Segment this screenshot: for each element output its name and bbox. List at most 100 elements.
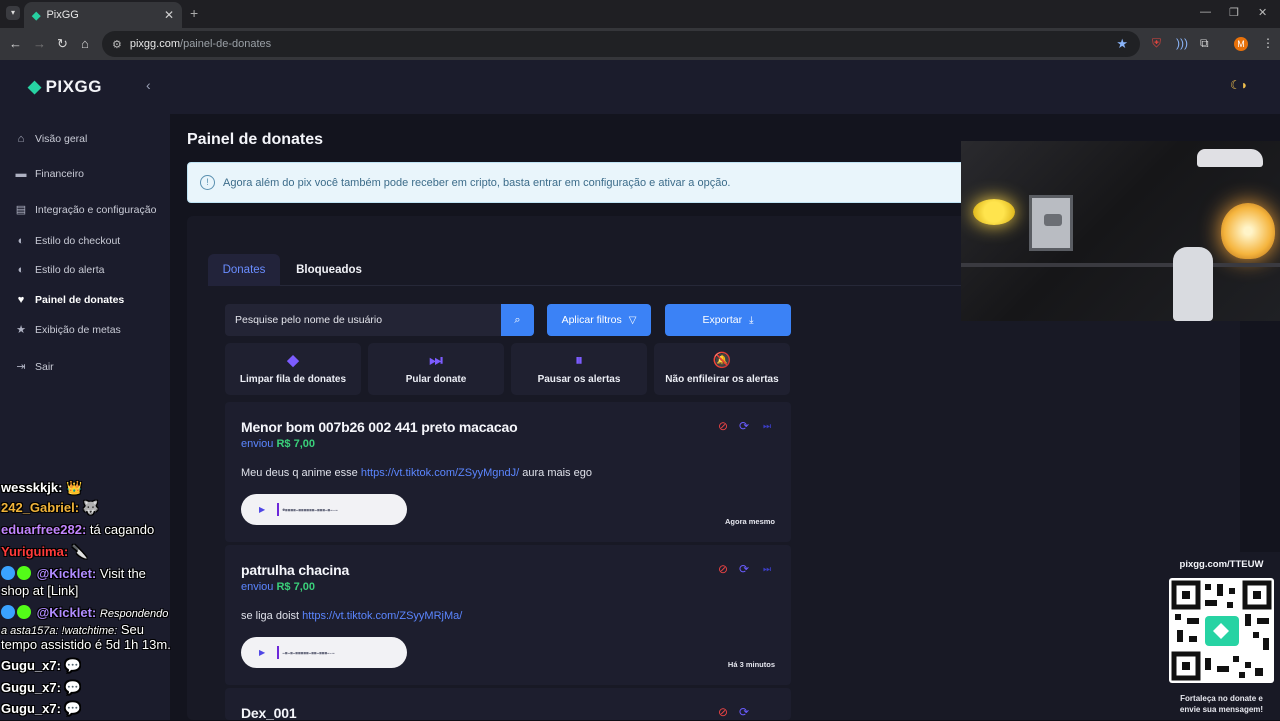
sidebar-item-painel-donates[interactable]: ♥ Painel de donates [14, 294, 125, 306]
sidebar-item-financeiro[interactable]: ▬ Financeiro [14, 168, 85, 180]
tab-bloqueados[interactable]: Bloqueados [286, 254, 372, 286]
play-button-icon [1044, 214, 1062, 226]
brand-logo[interactable]: ◆ PIXGG [28, 77, 102, 97]
play-icon[interactable]: ▶ [259, 505, 265, 514]
chat-message: Gugu_x7: 💬 [1, 680, 81, 696]
collapse-sidebar-icon[interactable]: ‹ [146, 77, 151, 93]
donation-amount: R$ 7,00 [276, 438, 316, 450]
palette-icon: ◐ [17, 264, 25, 276]
action-label: Não enfileirar os alertas [665, 374, 779, 385]
sidebar-item-label: Financeiro [35, 168, 85, 180]
sidebar-item-label: Estilo do checkout [35, 235, 121, 247]
forward-icon[interactable]: → [33, 36, 46, 51]
profile-avatar[interactable]: M [1234, 37, 1248, 51]
reload-icon[interactable]: ↻ [57, 36, 68, 52]
replay-icon[interactable]: ⟳ [739, 419, 749, 433]
audio-player[interactable]: ▶ -▪-▪-▪▪▪▪▪-▪▪-▪▪▪-·- [241, 637, 407, 668]
skip-donate-button[interactable]: ⏭ Pular donate [368, 343, 504, 395]
logout-icon: ⇥ [16, 361, 26, 373]
site-info-icon[interactable]: ⚙ [112, 38, 122, 51]
close-tab-icon[interactable]: ✕ [164, 8, 174, 22]
restore-icon[interactable]: ❐ [1229, 6, 1239, 19]
wallet-icon: ▬ [15, 168, 27, 180]
extension-shield-icon[interactable]: ⛨ [1152, 36, 1161, 51]
sidebar-item-estilo-alerta[interactable]: ◐ Estilo do alerta [14, 264, 105, 276]
address-bar[interactable]: ⚙ pixgg.com/painel-de-donates ★ [102, 31, 1140, 57]
block-icon[interactable]: ⊘ [718, 562, 728, 576]
search-icon: ⌕ [514, 314, 521, 326]
waveform: •▪▪▪▪-▪▪▪▪▪▪-▪▪▪-▪-·- [282, 504, 338, 515]
pixgg-favicon-icon: ◆ [32, 9, 41, 22]
replay-icon[interactable]: ⟳ [739, 562, 749, 576]
play-icon[interactable]: ▶ [259, 648, 265, 657]
donation-message: Meu deus q anime esse https://vt.tiktok.… [241, 467, 592, 479]
message-text-after: aura mais ego [519, 467, 592, 479]
gaming-chair [1173, 247, 1213, 321]
pause-icon: ⏸ [575, 352, 583, 369]
url-path: /painel-de-donates [180, 38, 272, 50]
chat-user: eduarfree282: [1, 522, 87, 537]
sidebar-item-label: Exibição de metas [35, 323, 121, 336]
no-queue-alerts-button[interactable]: 🔕 Não enfileirar os alertas [654, 343, 790, 395]
sidebar-item-visao-geral[interactable]: ⌂ Visão geral [14, 133, 88, 145]
minimize-icon[interactable]: — [1200, 6, 1211, 18]
skip-icon[interactable]: ⏭ [763, 564, 771, 575]
skip-icon[interactable]: ⏭ [763, 421, 771, 432]
back-icon[interactable]: ← [9, 36, 22, 51]
chat-message: wesskkjk: 👑 [1, 480, 82, 496]
block-icon[interactable]: ⊘ [718, 705, 728, 719]
chat-message: Gugu_x7: 💬 [1, 701, 81, 717]
block-icon[interactable]: ⊘ [718, 419, 728, 433]
audio-player[interactable]: ▶ •▪▪▪▪-▪▪▪▪▪▪-▪▪▪-▪-·- [241, 494, 407, 525]
sidebar-item-label: Sair [35, 360, 54, 373]
close-window-icon[interactable]: ✕ [1258, 6, 1267, 19]
home-icon: ⌂ [17, 133, 25, 145]
search-input[interactable]: Pesquise pelo nome de usuário [225, 304, 501, 336]
chat-message: Yuriguima: 🔪 [1, 544, 88, 560]
tab-search-button[interactable]: ▾ [6, 6, 20, 20]
sidebar-item-exibicao-metas[interactable]: ★ Exibição de metas [14, 323, 121, 337]
sidebar-item-label: Visão geral [35, 133, 88, 145]
hand-heart-icon: ♥ [17, 294, 25, 306]
donation-sent: enviou R$ 7,00 [241, 438, 315, 450]
replay-icon[interactable]: ⟳ [739, 705, 749, 719]
qr-caption-line: Fortaleça no donate e [1180, 694, 1263, 703]
skip-icon: ⏭ [429, 352, 443, 369]
message-link[interactable]: https://vt.tiktok.com/ZSyyMRjMa/ [302, 610, 462, 622]
pause-alerts-button[interactable]: ⏸ Pausar os alertas [511, 343, 647, 395]
sidebar-item-sair[interactable]: ⇥ Sair [14, 360, 54, 374]
chat-message: eduarfree282: tá cagando [1, 522, 154, 537]
export-label: Exportar [702, 314, 743, 326]
browser-tab[interactable]: ◆ PixGG ✕ [24, 2, 182, 28]
browser-menu-icon[interactable]: ⋮ [1262, 36, 1274, 50]
bot-badge-icon [1, 566, 15, 580]
donor-name: Menor bom 007b26 002 441 preto macacao [241, 419, 518, 435]
home-icon[interactable]: ⌂ [81, 36, 89, 51]
action-label: Limpar fila de donates [239, 374, 347, 385]
sent-label: enviou [241, 438, 274, 450]
export-button[interactable]: Exportar ⤓ [665, 304, 791, 336]
tab-donates[interactable]: Donates [208, 254, 280, 286]
sidebar-item-label: Painel de donates [35, 294, 125, 306]
sidebar-item-estilo-checkout[interactable]: ◐ Estilo do checkout [14, 235, 121, 247]
extension-audio-icon[interactable]: ))) [1176, 36, 1188, 50]
settings-icon: ▤ [15, 204, 27, 216]
donation-card: Dex_001 ⊘ ⟳ [225, 688, 791, 721]
apply-filters-button[interactable]: Aplicar filtros ▽ [547, 304, 651, 336]
playhead[interactable] [277, 503, 280, 516]
theme-toggle-icon[interactable]: ☾◗ [1230, 78, 1248, 92]
emote-icon: 👑 [66, 480, 83, 495]
message-link[interactable]: https://vt.tiktok.com/ZSyyMgndJ/ [361, 467, 519, 479]
sidebar-item-integracao[interactable]: ▤ Integração e configuração [14, 203, 157, 217]
qr-caption: Fortaleça no donate e envie sua mensagem! [1163, 693, 1280, 715]
bookmark-star-icon[interactable]: ★ [1116, 36, 1128, 52]
chat-text: tempo assistido é 5d 1h 13m. [1, 637, 171, 652]
playhead[interactable] [277, 646, 280, 659]
sidebar-item-label: Estilo do alerta [35, 264, 105, 276]
qr-url: pixgg.com/TTEUW [1179, 559, 1264, 570]
clear-queue-button[interactable]: ◆ Limpar fila de donates [225, 343, 361, 395]
search-button[interactable]: ⌕ [501, 304, 534, 336]
new-tab-icon[interactable]: + [190, 5, 198, 21]
extensions-puzzle-icon[interactable]: ⧉ [1200, 36, 1209, 51]
chat-mention: @Kicklet: [36, 566, 97, 581]
